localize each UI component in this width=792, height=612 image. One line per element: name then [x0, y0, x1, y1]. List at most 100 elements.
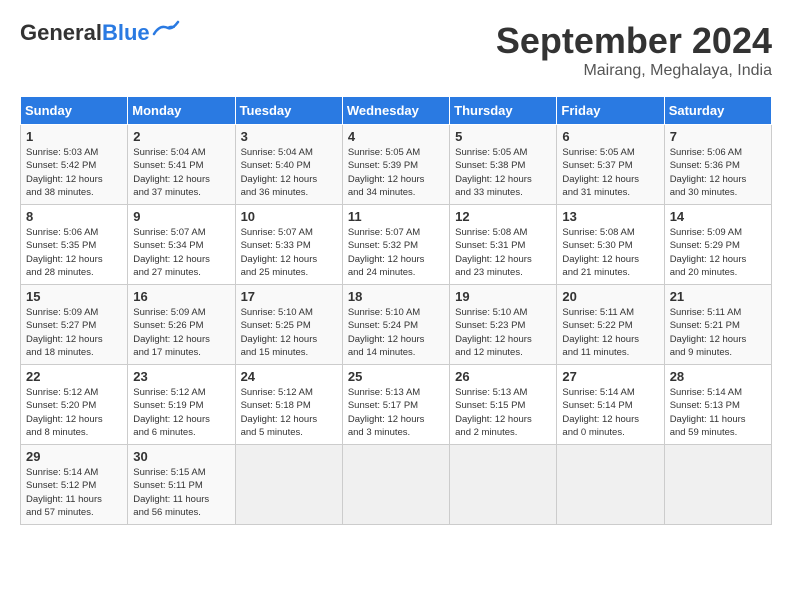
col-wednesday: Wednesday	[342, 97, 449, 125]
table-row: 19 Sunrise: 5:10 AM Sunset: 5:23 PM Dayl…	[450, 285, 557, 365]
day-info: Sunrise: 5:13 AM Sunset: 5:17 PM Dayligh…	[348, 386, 444, 439]
calendar-week-row: 8 Sunrise: 5:06 AM Sunset: 5:35 PM Dayli…	[21, 205, 772, 285]
col-sunday: Sunday	[21, 97, 128, 125]
day-info: Sunrise: 5:15 AM Sunset: 5:11 PM Dayligh…	[133, 466, 229, 519]
day-number: 6	[562, 129, 658, 144]
day-info: Sunrise: 5:05 AM Sunset: 5:38 PM Dayligh…	[455, 146, 551, 199]
day-number: 15	[26, 289, 122, 304]
day-info: Sunrise: 5:14 AM Sunset: 5:12 PM Dayligh…	[26, 466, 122, 519]
day-number: 27	[562, 369, 658, 384]
day-number: 20	[562, 289, 658, 304]
table-row	[664, 445, 771, 525]
logo-bird-icon	[152, 20, 180, 38]
day-info: Sunrise: 5:14 AM Sunset: 5:13 PM Dayligh…	[670, 386, 766, 439]
table-row: 11 Sunrise: 5:07 AM Sunset: 5:32 PM Dayl…	[342, 205, 449, 285]
calendar-header-row: Sunday Monday Tuesday Wednesday Thursday…	[21, 97, 772, 125]
day-info: Sunrise: 5:14 AM Sunset: 5:14 PM Dayligh…	[562, 386, 658, 439]
day-number: 26	[455, 369, 551, 384]
table-row: 7 Sunrise: 5:06 AM Sunset: 5:36 PM Dayli…	[664, 125, 771, 205]
logo: GeneralBlue	[20, 20, 180, 46]
table-row: 29 Sunrise: 5:14 AM Sunset: 5:12 PM Dayl…	[21, 445, 128, 525]
day-info: Sunrise: 5:04 AM Sunset: 5:41 PM Dayligh…	[133, 146, 229, 199]
table-row: 3 Sunrise: 5:04 AM Sunset: 5:40 PM Dayli…	[235, 125, 342, 205]
day-info: Sunrise: 5:12 AM Sunset: 5:18 PM Dayligh…	[241, 386, 337, 439]
day-number: 8	[26, 209, 122, 224]
table-row: 16 Sunrise: 5:09 AM Sunset: 5:26 PM Dayl…	[128, 285, 235, 365]
day-number: 4	[348, 129, 444, 144]
day-info: Sunrise: 5:13 AM Sunset: 5:15 PM Dayligh…	[455, 386, 551, 439]
day-info: Sunrise: 5:11 AM Sunset: 5:21 PM Dayligh…	[670, 306, 766, 359]
day-info: Sunrise: 5:07 AM Sunset: 5:33 PM Dayligh…	[241, 226, 337, 279]
day-info: Sunrise: 5:03 AM Sunset: 5:42 PM Dayligh…	[26, 146, 122, 199]
day-number: 18	[348, 289, 444, 304]
day-info: Sunrise: 5:09 AM Sunset: 5:29 PM Dayligh…	[670, 226, 766, 279]
day-number: 16	[133, 289, 229, 304]
calendar-week-row: 22 Sunrise: 5:12 AM Sunset: 5:20 PM Dayl…	[21, 365, 772, 445]
col-thursday: Thursday	[450, 97, 557, 125]
title-area: September 2024 Mairang, Meghalaya, India	[496, 20, 772, 80]
table-row	[450, 445, 557, 525]
day-info: Sunrise: 5:08 AM Sunset: 5:31 PM Dayligh…	[455, 226, 551, 279]
col-monday: Monday	[128, 97, 235, 125]
day-number: 1	[26, 129, 122, 144]
table-row: 4 Sunrise: 5:05 AM Sunset: 5:39 PM Dayli…	[342, 125, 449, 205]
day-number: 14	[670, 209, 766, 224]
table-row: 17 Sunrise: 5:10 AM Sunset: 5:25 PM Dayl…	[235, 285, 342, 365]
table-row: 15 Sunrise: 5:09 AM Sunset: 5:27 PM Dayl…	[21, 285, 128, 365]
calendar-table: Sunday Monday Tuesday Wednesday Thursday…	[20, 96, 772, 525]
page-header: GeneralBlue September 2024 Mairang, Megh…	[20, 20, 772, 80]
day-number: 5	[455, 129, 551, 144]
day-number: 19	[455, 289, 551, 304]
day-number: 12	[455, 209, 551, 224]
table-row: 27 Sunrise: 5:14 AM Sunset: 5:14 PM Dayl…	[557, 365, 664, 445]
day-info: Sunrise: 5:05 AM Sunset: 5:37 PM Dayligh…	[562, 146, 658, 199]
col-saturday: Saturday	[664, 97, 771, 125]
table-row: 25 Sunrise: 5:13 AM Sunset: 5:17 PM Dayl…	[342, 365, 449, 445]
table-row: 2 Sunrise: 5:04 AM Sunset: 5:41 PM Dayli…	[128, 125, 235, 205]
table-row: 5 Sunrise: 5:05 AM Sunset: 5:38 PM Dayli…	[450, 125, 557, 205]
day-info: Sunrise: 5:06 AM Sunset: 5:35 PM Dayligh…	[26, 226, 122, 279]
table-row: 1 Sunrise: 5:03 AM Sunset: 5:42 PM Dayli…	[21, 125, 128, 205]
table-row: 12 Sunrise: 5:08 AM Sunset: 5:31 PM Dayl…	[450, 205, 557, 285]
table-row: 22 Sunrise: 5:12 AM Sunset: 5:20 PM Dayl…	[21, 365, 128, 445]
day-number: 17	[241, 289, 337, 304]
day-number: 13	[562, 209, 658, 224]
day-info: Sunrise: 5:12 AM Sunset: 5:19 PM Dayligh…	[133, 386, 229, 439]
table-row: 20 Sunrise: 5:11 AM Sunset: 5:22 PM Dayl…	[557, 285, 664, 365]
table-row: 21 Sunrise: 5:11 AM Sunset: 5:21 PM Dayl…	[664, 285, 771, 365]
day-number: 28	[670, 369, 766, 384]
logo-text: GeneralBlue	[20, 20, 150, 46]
table-row: 28 Sunrise: 5:14 AM Sunset: 5:13 PM Dayl…	[664, 365, 771, 445]
table-row: 18 Sunrise: 5:10 AM Sunset: 5:24 PM Dayl…	[342, 285, 449, 365]
day-info: Sunrise: 5:07 AM Sunset: 5:34 PM Dayligh…	[133, 226, 229, 279]
day-info: Sunrise: 5:09 AM Sunset: 5:26 PM Dayligh…	[133, 306, 229, 359]
table-row: 8 Sunrise: 5:06 AM Sunset: 5:35 PM Dayli…	[21, 205, 128, 285]
day-info: Sunrise: 5:08 AM Sunset: 5:30 PM Dayligh…	[562, 226, 658, 279]
day-info: Sunrise: 5:06 AM Sunset: 5:36 PM Dayligh…	[670, 146, 766, 199]
day-info: Sunrise: 5:10 AM Sunset: 5:24 PM Dayligh…	[348, 306, 444, 359]
calendar-week-row: 15 Sunrise: 5:09 AM Sunset: 5:27 PM Dayl…	[21, 285, 772, 365]
table-row: 10 Sunrise: 5:07 AM Sunset: 5:33 PM Dayl…	[235, 205, 342, 285]
table-row	[557, 445, 664, 525]
table-row	[235, 445, 342, 525]
location-subtitle: Mairang, Meghalaya, India	[496, 62, 772, 80]
day-number: 23	[133, 369, 229, 384]
calendar-week-row: 29 Sunrise: 5:14 AM Sunset: 5:12 PM Dayl…	[21, 445, 772, 525]
table-row: 13 Sunrise: 5:08 AM Sunset: 5:30 PM Dayl…	[557, 205, 664, 285]
day-info: Sunrise: 5:12 AM Sunset: 5:20 PM Dayligh…	[26, 386, 122, 439]
day-number: 2	[133, 129, 229, 144]
day-number: 10	[241, 209, 337, 224]
day-number: 30	[133, 449, 229, 464]
table-row: 14 Sunrise: 5:09 AM Sunset: 5:29 PM Dayl…	[664, 205, 771, 285]
table-row	[342, 445, 449, 525]
day-number: 21	[670, 289, 766, 304]
day-number: 22	[26, 369, 122, 384]
logo-blue-text: Blue	[102, 20, 150, 45]
col-tuesday: Tuesday	[235, 97, 342, 125]
table-row: 26 Sunrise: 5:13 AM Sunset: 5:15 PM Dayl…	[450, 365, 557, 445]
table-row: 6 Sunrise: 5:05 AM Sunset: 5:37 PM Dayli…	[557, 125, 664, 205]
logo-general: General	[20, 20, 102, 45]
day-number: 11	[348, 209, 444, 224]
day-info: Sunrise: 5:10 AM Sunset: 5:25 PM Dayligh…	[241, 306, 337, 359]
day-number: 29	[26, 449, 122, 464]
